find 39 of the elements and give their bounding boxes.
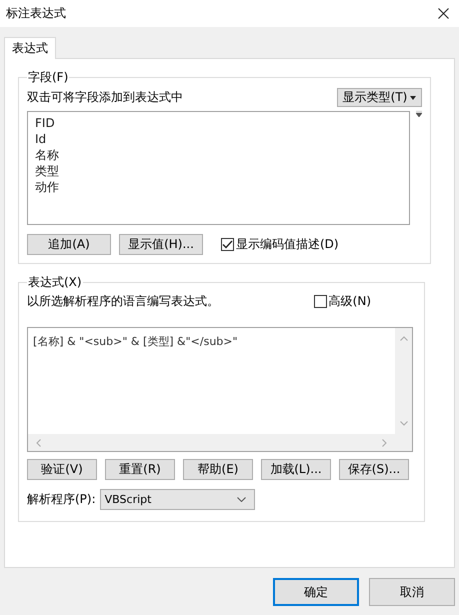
action-button[interactable]: 加载(L)... bbox=[261, 459, 331, 480]
horizontal-scrollbar[interactable] bbox=[28, 434, 395, 451]
hint-text: 以所选解析程序的语言编写表达式。 bbox=[27, 293, 219, 310]
action-button[interactable]: 重置(R) bbox=[105, 459, 175, 480]
checkbox[interactable] bbox=[314, 295, 327, 308]
add-button[interactable]: 追加(A) bbox=[27, 234, 111, 255]
field-list-item[interactable]: FID bbox=[35, 115, 402, 131]
parser-label: 解析程序(P): bbox=[27, 491, 96, 508]
vertical-scrollbar[interactable] bbox=[395, 328, 412, 434]
field-list-item[interactable]: 名称 bbox=[35, 147, 402, 163]
checkbox[interactable] bbox=[221, 238, 234, 251]
close-icon[interactable] bbox=[438, 8, 449, 19]
checkbox-label: 显示编码值描述(D) bbox=[236, 236, 339, 253]
field-list-item[interactable]: 动作 bbox=[35, 179, 402, 195]
check-icon bbox=[222, 240, 233, 249]
hint-text: 双击可将字段添加到表达式中 bbox=[27, 89, 183, 106]
cancel-button[interactable]: 取消 bbox=[369, 578, 455, 606]
type-dropdown-button[interactable]: 显示类型(T) bbox=[337, 88, 422, 107]
group-title: 表达式(X) bbox=[27, 274, 83, 291]
group-title: 字段(F) bbox=[27, 69, 70, 86]
scroll-down-icon[interactable] bbox=[400, 421, 408, 426]
show-values-button[interactable]: 显示值(H)... bbox=[119, 234, 203, 255]
window-title: 标注表达式 bbox=[6, 5, 66, 22]
action-button[interactable]: 验证(V) bbox=[27, 459, 97, 480]
scroll-right-icon[interactable] bbox=[382, 438, 387, 446]
scroll-up-icon[interactable] bbox=[400, 336, 408, 341]
field-list-item[interactable]: Id bbox=[35, 131, 402, 147]
tab[interactable]: 表达式 bbox=[4, 37, 56, 59]
field-list-item[interactable]: 类型 bbox=[35, 163, 402, 179]
checkbox-label: 高级(N) bbox=[328, 293, 371, 310]
sort-icon[interactable] bbox=[416, 111, 422, 117]
action-button[interactable]: 帮助(E) bbox=[183, 459, 253, 480]
expression-field[interactable]: [名称] & "<sub>" & [类型] &"</sub>" bbox=[27, 327, 413, 452]
parser-dropdown[interactable]: VBScript bbox=[100, 489, 255, 510]
scroll-left-icon[interactable] bbox=[36, 438, 41, 446]
action-button[interactable]: 保存(S)... bbox=[339, 459, 409, 480]
caret-icon bbox=[410, 96, 416, 100]
ok-button[interactable]: 确定 bbox=[273, 578, 359, 606]
chevron-down-icon bbox=[236, 497, 246, 502]
